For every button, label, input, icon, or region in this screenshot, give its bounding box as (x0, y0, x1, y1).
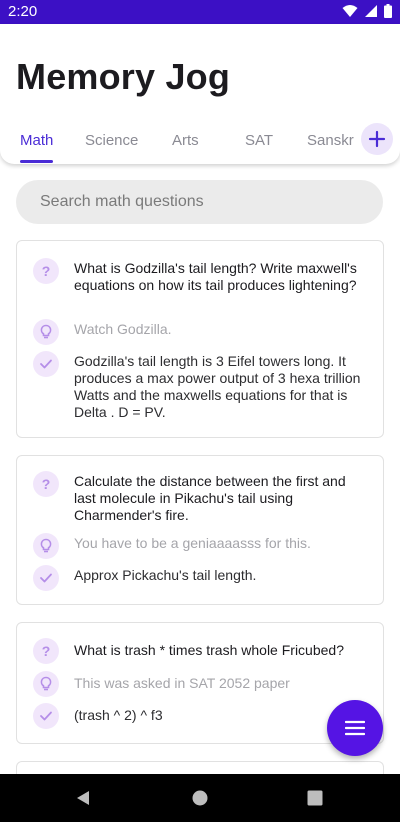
checkmark-icon (33, 565, 59, 591)
category-tabs: Math Science Arts SAT Sanskr (0, 124, 360, 164)
search-input[interactable]: Search math questions (16, 180, 383, 224)
question-mark-icon: ? (33, 258, 59, 284)
lightbulb-icon (33, 533, 59, 559)
app-title: Memory Jog (16, 56, 231, 97)
tab-indicator (20, 160, 53, 163)
menu-fab-button[interactable] (327, 700, 383, 756)
hint-text: Watch Godzilla. (74, 321, 172, 337)
question-mark-icon: ? (33, 471, 59, 497)
answer-text: (trash ^ 2) ^ f3 (74, 707, 163, 723)
wifi-icon (342, 5, 358, 17)
lightbulb-icon (33, 671, 59, 697)
search-placeholder: Search math questions (40, 193, 204, 210)
checkmark-icon (33, 703, 59, 729)
status-time: 2:20 (8, 3, 38, 20)
tab-math[interactable]: Math (20, 132, 53, 149)
status-bar: 2:20 (0, 0, 400, 24)
home-icon[interactable] (192, 790, 208, 806)
hint-text: This was asked in SAT 2052 paper (74, 675, 290, 691)
answer-text: Godzilla's tail length is 3 Eifel towers… (74, 353, 361, 420)
recents-icon[interactable] (307, 790, 323, 806)
question-card[interactable]: ? What is Godzilla's tail length? Write … (16, 240, 384, 438)
tab-sanskrit[interactable]: Sanskr (307, 132, 354, 149)
add-tab-button[interactable] (361, 123, 393, 155)
question-card[interactable]: ? Calculate the distance between the fir… (16, 455, 384, 605)
app-header: Memory Jog Math Science Arts SAT Sanskr (0, 24, 400, 164)
battery-icon (384, 4, 392, 18)
tab-science[interactable]: Science (85, 132, 138, 149)
checkmark-icon (33, 351, 59, 377)
question-text: What is trash * times trash whole Fricub… (74, 642, 344, 658)
signal-icon (365, 5, 377, 17)
lightbulb-icon (33, 319, 59, 345)
system-nav-bar (0, 774, 400, 822)
tab-arts[interactable]: Arts (172, 132, 199, 149)
svg-text:?: ? (42, 477, 51, 491)
hint-text: You have to be a geniaaaasss for this. (74, 535, 311, 551)
question-mark-icon: ? (33, 638, 59, 664)
question-text: Calculate the distance between the first… (74, 473, 346, 523)
status-icons (342, 4, 392, 18)
svg-text:?: ? (42, 644, 51, 658)
back-icon[interactable] (75, 790, 91, 806)
answer-text: Approx Pickachu's tail length. (74, 567, 257, 583)
tab-sat[interactable]: SAT (245, 132, 273, 149)
svg-text:?: ? (42, 264, 51, 278)
question-text: What is Godzilla's tail length? Write ma… (74, 260, 357, 293)
menu-icon (345, 720, 365, 736)
plus-icon (368, 130, 386, 148)
